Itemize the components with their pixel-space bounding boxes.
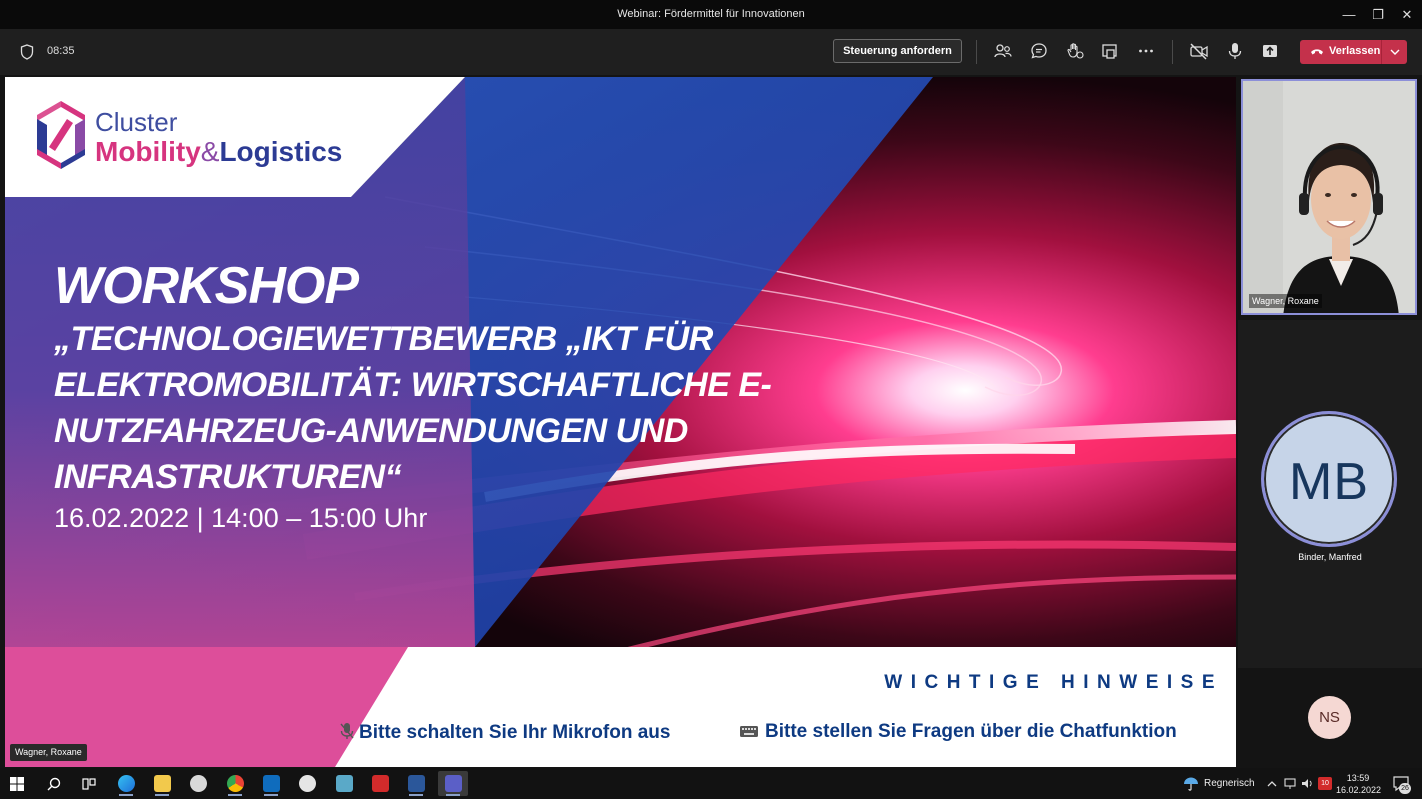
meeting-timer: 08:35 — [47, 45, 75, 57]
slide-title-block: WORKSHOP „TECHNOLOGIEWETTBEWERB „IKT FÜR… — [54, 257, 814, 534]
cluster-logo-mark-icon — [37, 101, 85, 169]
task-view-icon[interactable] — [82, 777, 96, 791]
network-icon[interactable] — [1283, 777, 1297, 790]
close-button[interactable]: ✕ — [1391, 0, 1422, 29]
window-titlebar: Webinar: Fördermittel für Innovationen —… — [0, 0, 1422, 29]
logo-ampersand: & — [200, 136, 220, 167]
slide-date-time: 16.02.2022 | 14:00 – 15:00 Uhr — [54, 503, 428, 533]
chevron-up-icon[interactable] — [1265, 777, 1279, 790]
chat-icon[interactable] — [1029, 41, 1049, 61]
leave-label: Verlassen — [1329, 45, 1381, 57]
logo-mobility: Mobility — [95, 136, 201, 167]
toolbar-divider — [976, 40, 977, 64]
shared-slide: Cluster Mobility&Logistics WORKSHOP „TEC… — [5, 77, 1236, 767]
participant-video-tile[interactable]: Wagner, Roxane — [1241, 79, 1417, 315]
note-chat-text: Bitte stellen Sie Fragen über die Chatfu… — [765, 721, 1177, 742]
meeting-toolbar: 08:35 Steuerung anfordern Verlassen — [0, 29, 1422, 75]
slide-subtitle-line-2: ELEKTROMOBILITÄT: WIRTSCHAFTLICHE E- — [54, 366, 772, 404]
slide-subtitle-line-1: „TECHNOLOGIEWETTBEWERB „IKT FÜR — [54, 320, 713, 358]
chrome-taskbar-icon[interactable] — [220, 771, 250, 796]
share-tray-icon[interactable] — [1100, 41, 1120, 61]
reactions-icon[interactable] — [1065, 41, 1085, 61]
window-title: Webinar: Fördermittel für Innovationen — [617, 8, 805, 20]
note-chat: Bitte stellen Sie Fragen über die Chatfu… — [739, 721, 1177, 743]
logo-mobility-logistics-text: Mobility&Logistics — [95, 136, 342, 168]
taskbar-clock[interactable]: 13:59 16.02.2022 — [1336, 772, 1382, 796]
note-microphone: Bitte schalten Sie Ihr Mikrofon aus — [339, 721, 670, 744]
windows-taskbar: Regnerisch 10 13:59 16.02.2022 26 — [0, 768, 1422, 799]
weather-text[interactable]: Regnerisch — [1204, 778, 1255, 789]
microphone-icon[interactable] — [1225, 41, 1245, 61]
avatar-mb-initials: MB — [1289, 453, 1369, 511]
participant-name-mb: Binder, Manfred — [1298, 552, 1362, 562]
minimize-button[interactable]: — — [1333, 0, 1365, 29]
umbrella-weather-icon — [1184, 777, 1198, 791]
presenter-name-label: Wagner, Roxane — [10, 744, 87, 761]
leave-options-dropdown[interactable] — [1381, 40, 1407, 64]
calendar-badge[interactable]: 10 — [1318, 777, 1332, 790]
notifications-button[interactable]: 26 — [1392, 774, 1412, 794]
restore-button[interactable]: ❐ — [1362, 0, 1394, 29]
word-taskbar-icon[interactable] — [401, 771, 431, 796]
keyboard-icon — [740, 726, 758, 737]
notes-heading: WICHTIGE HINWEISE — [884, 672, 1223, 693]
cluster-logo: Cluster Mobility&Logistics — [33, 99, 342, 176]
cloud-app-taskbar-icon[interactable] — [292, 771, 322, 796]
chevron-down-icon — [1390, 49, 1400, 55]
participant-video-image — [1243, 81, 1415, 313]
logo-logistics: Logistics — [219, 136, 343, 167]
slide-heading: WORKSHOP — [54, 257, 359, 315]
red-app-taskbar-icon[interactable] — [365, 771, 395, 796]
slide-subtitle-line-3: NUTZFAHRZEUG-ANWENDUNGEN UND — [54, 412, 688, 450]
windows-start-icon[interactable] — [10, 777, 24, 791]
leave-button[interactable]: Verlassen — [1300, 40, 1407, 64]
toolbar-divider — [1172, 40, 1173, 64]
participant-video-name: Wagner, Roxane — [1249, 294, 1322, 308]
notification-count-badge: 26 — [1399, 783, 1411, 794]
search-icon[interactable] — [47, 777, 61, 791]
avatar-ns[interactable]: NS — [1308, 696, 1351, 739]
file-explorer-taskbar-icon[interactable] — [147, 771, 177, 796]
clock-time: 13:59 — [1346, 773, 1370, 783]
paint-taskbar-icon[interactable] — [183, 771, 213, 796]
volume-icon[interactable] — [1300, 777, 1314, 790]
phone-hangup-icon — [1311, 49, 1323, 55]
people-icon[interactable] — [993, 41, 1013, 61]
avatar-mb: MB — [1261, 411, 1397, 547]
teams-taskbar-icon[interactable] — [438, 771, 468, 796]
outlook-taskbar-icon[interactable] — [256, 771, 286, 796]
notes-app-taskbar-icon[interactable] — [329, 771, 359, 796]
slide-subtitle-line-4: INFRASTRUKTUREN“ — [54, 458, 402, 496]
edge-taskbar-icon[interactable] — [111, 771, 141, 796]
more-icon[interactable] — [1136, 41, 1156, 61]
request-control-button[interactable]: Steuerung anfordern — [833, 39, 962, 63]
camera-off-icon[interactable] — [1189, 41, 1209, 61]
note-microphone-text: Bitte schalten Sie Ihr Mikrofon aus — [359, 722, 671, 743]
shield-icon — [20, 44, 34, 60]
share-icon[interactable] — [1260, 41, 1280, 61]
clock-date: 16.02.2022 — [1336, 785, 1382, 795]
logo-cluster-text: Cluster — [95, 107, 178, 137]
microphone-muted-icon — [340, 723, 354, 739]
